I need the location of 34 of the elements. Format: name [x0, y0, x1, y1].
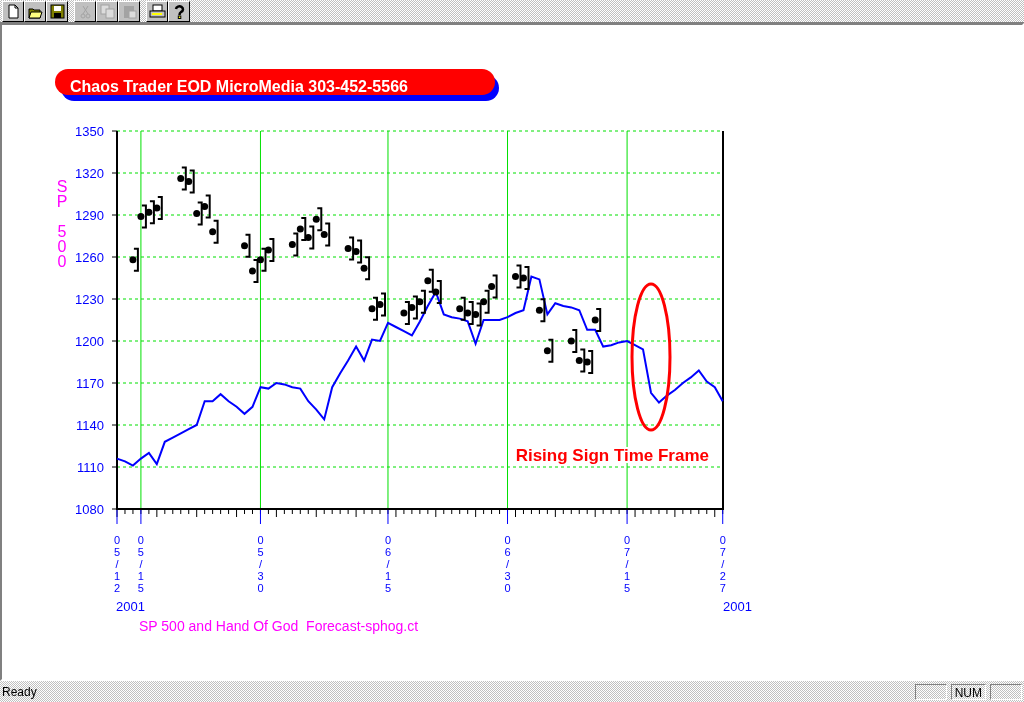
open-button[interactable] [24, 0, 46, 22]
x-tick-label: 05/15 [137, 534, 144, 594]
y-tick-label: 1200 [75, 334, 104, 349]
y-tick-label: 1080 [75, 502, 104, 517]
status-pane [990, 683, 1022, 700]
status-text: Ready [2, 684, 38, 699]
save-button[interactable] [46, 0, 68, 22]
copy-icon [98, 2, 116, 20]
year-label: 2001 [116, 599, 145, 614]
new-button[interactable] [2, 0, 24, 22]
x-tick-label: 05/12 [113, 534, 121, 594]
chart-title: Chaos Trader EOD MicroMedia 303-452-5566 [70, 78, 408, 96]
year-label: 2001 [723, 599, 752, 614]
y-tick-label: 1230 [75, 292, 104, 307]
y-tick-label: 1170 [76, 376, 104, 391]
y-tick-label: 1320 [75, 166, 104, 181]
x-tick-label: 07/15 [624, 534, 631, 594]
print-icon [148, 2, 166, 20]
y-tick-label: 1290 [75, 208, 104, 223]
save-icon [48, 2, 66, 20]
print-button[interactable] [146, 0, 168, 22]
x-tick-label: 05/30 [257, 534, 264, 594]
y-tick-label: 1110 [77, 460, 104, 475]
y-tick-label: 1350 [75, 124, 104, 139]
y-tick-label: 1260 [75, 250, 104, 265]
y-tick-label: 1140 [76, 418, 104, 433]
help-button[interactable] [168, 0, 190, 22]
x-tick-label: 06/15 [384, 534, 392, 594]
chart-subtitle: SP 500 and Hand Of God Forecast-sphog.ct [139, 618, 419, 634]
x-tick-label: 06/30 [504, 534, 511, 594]
status-pane [914, 683, 947, 700]
status-indicator: NUM [950, 683, 986, 700]
y-axis-title: SP 500 [56, 178, 68, 270]
x-tick-label: 07/27 [719, 534, 726, 594]
